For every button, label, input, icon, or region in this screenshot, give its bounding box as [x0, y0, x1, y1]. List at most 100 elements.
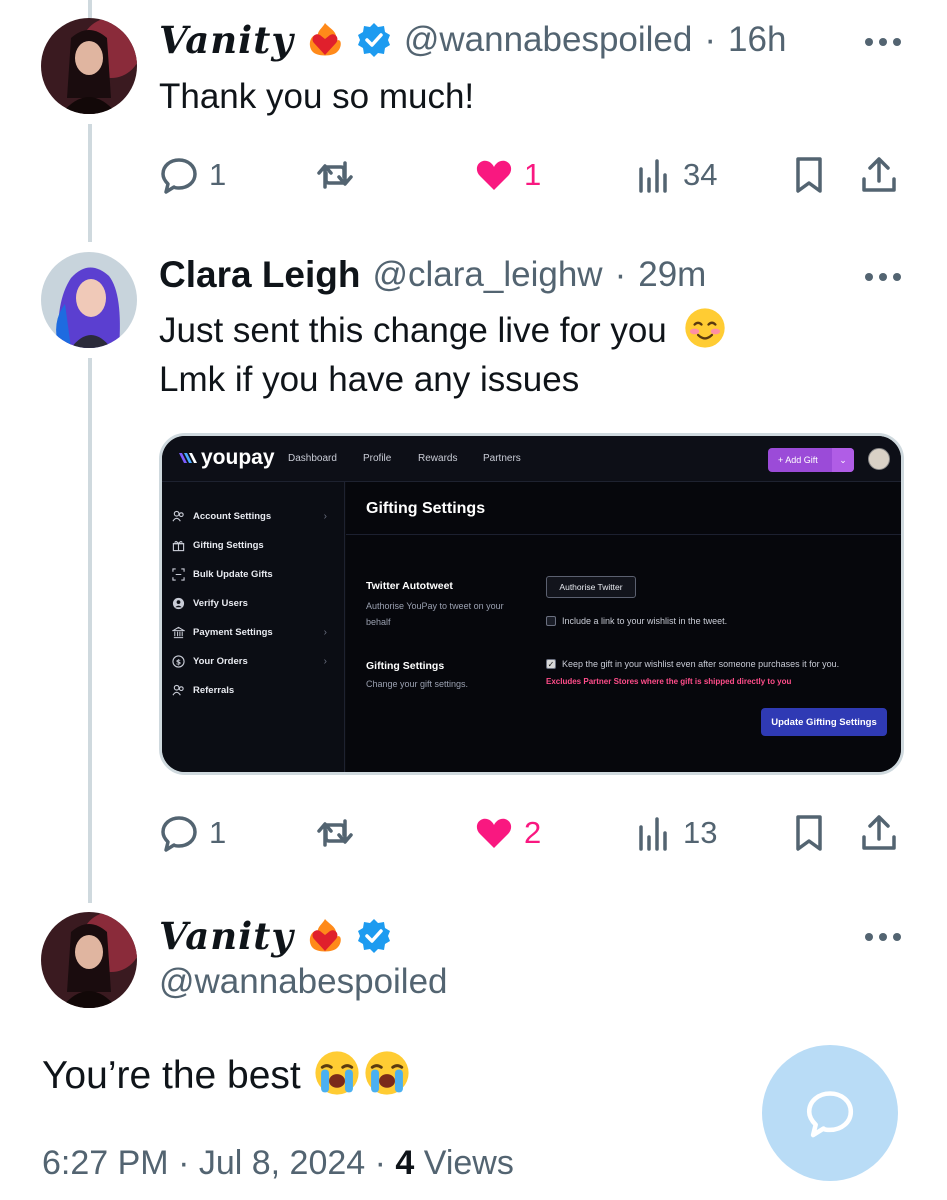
nav-profile[interactable]: Profile	[363, 453, 391, 464]
display-name[interactable]: Vanity	[159, 914, 294, 958]
more-icon	[865, 273, 901, 281]
user-handle[interactable]: @wannabespoiled	[159, 962, 448, 1002]
heart-filled-icon	[476, 160, 512, 190]
chevron-right-icon: ›	[323, 655, 327, 667]
sidebar-item-gifting-settings[interactable]: Gifting Settings	[172, 535, 337, 555]
retweet-icon	[317, 161, 353, 189]
scan-icon	[172, 567, 185, 581]
like-button[interactable]: 2	[474, 808, 541, 858]
share-icon	[862, 815, 896, 850]
sidebar-item-payment-settings[interactable]: Payment Settings ›	[172, 622, 337, 642]
avatar-clara-leigh[interactable]	[41, 252, 137, 348]
thread-line	[88, 0, 92, 18]
views-count: 13	[683, 815, 718, 850]
views-label: Views	[423, 1144, 514, 1182]
nav-rewards[interactable]: Rewards	[418, 453, 457, 464]
tweet-actions: 1 2 13	[159, 808, 904, 858]
more-icon	[865, 933, 901, 941]
youpay-avatar[interactable]	[868, 448, 890, 470]
tweet-text: Thank you so much!	[159, 77, 475, 116]
like-button[interactable]: 1	[474, 150, 541, 200]
tweet-actions: 1 1 34	[159, 150, 904, 200]
sidebar-item-bulk-update-gifts[interactable]: Bulk Update Gifts	[172, 564, 337, 584]
add-gift-button[interactable]: + Add Gift ⌄	[768, 448, 854, 472]
reply-button[interactable]: 1	[159, 808, 226, 858]
more-options-button[interactable]	[863, 32, 903, 52]
twitter-autotweet-description: Authorise YouPay to tweet on your behalf	[366, 601, 504, 627]
dollar-icon: $	[172, 654, 185, 668]
retweet-button[interactable]	[315, 808, 355, 858]
excludes-note: Excludes Partner Stores where the gift i…	[546, 677, 792, 686]
reply-fab-button[interactable]	[762, 1045, 898, 1181]
verified-badge-icon	[357, 23, 390, 57]
thread-line	[88, 358, 92, 903]
tweet-text: Just sent this change live for you Lmk i…	[159, 306, 727, 404]
display-name[interactable]: Clara Leigh	[159, 254, 361, 296]
retweet-icon	[317, 819, 353, 847]
separator-dot: ·	[704, 20, 717, 59]
loudly-crying-face-emoji-icon	[315, 1051, 359, 1095]
retweet-button[interactable]	[315, 150, 355, 200]
heart-on-fire-emoji-icon	[309, 919, 341, 952]
chevron-down-icon[interactable]: ⌄	[832, 448, 854, 472]
reply-icon	[161, 158, 197, 194]
user-handle[interactable]: @wannabespoiled	[404, 20, 693, 60]
share-button[interactable]	[859, 150, 899, 200]
tweet-text-line: Just sent this change live for you	[159, 311, 667, 350]
smiling-blushing-emoji-icon	[684, 308, 725, 348]
bookmark-icon	[796, 815, 822, 851]
authorise-twitter-button[interactable]: Authorise Twitter	[546, 576, 636, 598]
chevron-right-icon: ›	[323, 510, 327, 522]
user-circle-icon	[172, 597, 185, 609]
include-link-checkbox[interactable]: Include a link to your wishlist in the t…	[546, 616, 727, 626]
checkbox-unchecked[interactable]	[546, 616, 556, 626]
chevron-right-icon: ›	[323, 626, 327, 638]
tweet-timestamp[interactable]: 6:27 PM · Jul 8, 2024 ·	[42, 1144, 386, 1182]
reply-count: 1	[209, 157, 227, 192]
nav-dashboard[interactable]: Dashboard	[288, 453, 337, 464]
bookmark-button[interactable]	[789, 150, 829, 200]
reply-count: 1	[209, 815, 227, 850]
tweet-header: Clara Leigh @clara_leighw · 29m	[159, 254, 706, 296]
heart-on-fire-emoji-icon	[309, 23, 341, 56]
sidebar-item-account-settings[interactable]: Account Settings ›	[172, 506, 337, 526]
display-name[interactable]: Vanity	[159, 18, 294, 62]
sidebar-item-your-orders[interactable]: $ Your Orders ›	[172, 651, 337, 671]
more-options-button[interactable]	[863, 267, 903, 287]
twitter-autotweet-label: Twitter Autotweet	[366, 580, 453, 592]
update-gifting-settings-button[interactable]: Update Gifting Settings	[761, 708, 887, 736]
heart-filled-icon	[476, 818, 512, 848]
avatar-vanity[interactable]	[41, 18, 137, 114]
more-icon	[865, 38, 901, 46]
views-button[interactable]: 34	[633, 150, 717, 200]
nav-partners[interactable]: Partners	[483, 453, 521, 464]
tweet-meta: 6:27 PM · Jul 8, 2024 · 4 Views	[42, 1144, 514, 1183]
tweet-time[interactable]: 16h	[728, 20, 786, 60]
thread-line	[88, 124, 92, 242]
views-button[interactable]: 13	[633, 808, 717, 858]
youpay-main-panel: Gifting Settings Twitter Autotweet Autho…	[346, 482, 901, 772]
gifting-settings-description: Change your gift settings.	[366, 679, 469, 689]
bank-icon	[172, 626, 185, 638]
youpay-logo: youpay	[178, 446, 275, 470]
tweet-header: Vanity	[159, 914, 392, 958]
attached-image[interactable]: youpay Dashboard Profile Rewards Partner…	[159, 433, 904, 775]
reply-icon	[161, 816, 197, 852]
youpay-topbar: youpay Dashboard Profile Rewards Partner…	[162, 436, 901, 482]
reply-button[interactable]: 1	[159, 150, 226, 200]
tweet-time[interactable]: 29m	[638, 255, 706, 295]
more-options-button[interactable]	[863, 927, 903, 947]
user-handle[interactable]: @clara_leighw	[373, 255, 603, 295]
sidebar-item-referrals[interactable]: Referrals	[172, 680, 337, 700]
like-count: 2	[524, 815, 542, 850]
share-icon	[862, 157, 896, 192]
bookmark-button[interactable]	[789, 808, 829, 858]
separator-dot: ·	[614, 255, 627, 294]
loudly-crying-face-emoji-icon	[365, 1051, 409, 1095]
youpay-sidebar: Account Settings › Gifting Settings Bulk…	[162, 482, 345, 772]
avatar-vanity[interactable]	[41, 912, 137, 1008]
checkbox-checked[interactable]: ✓	[546, 659, 556, 669]
keep-gift-checkbox[interactable]: ✓ Keep the gift in your wishlist even af…	[546, 659, 839, 669]
sidebar-item-verify-users[interactable]: Verify Users	[172, 593, 337, 613]
share-button[interactable]	[859, 808, 899, 858]
